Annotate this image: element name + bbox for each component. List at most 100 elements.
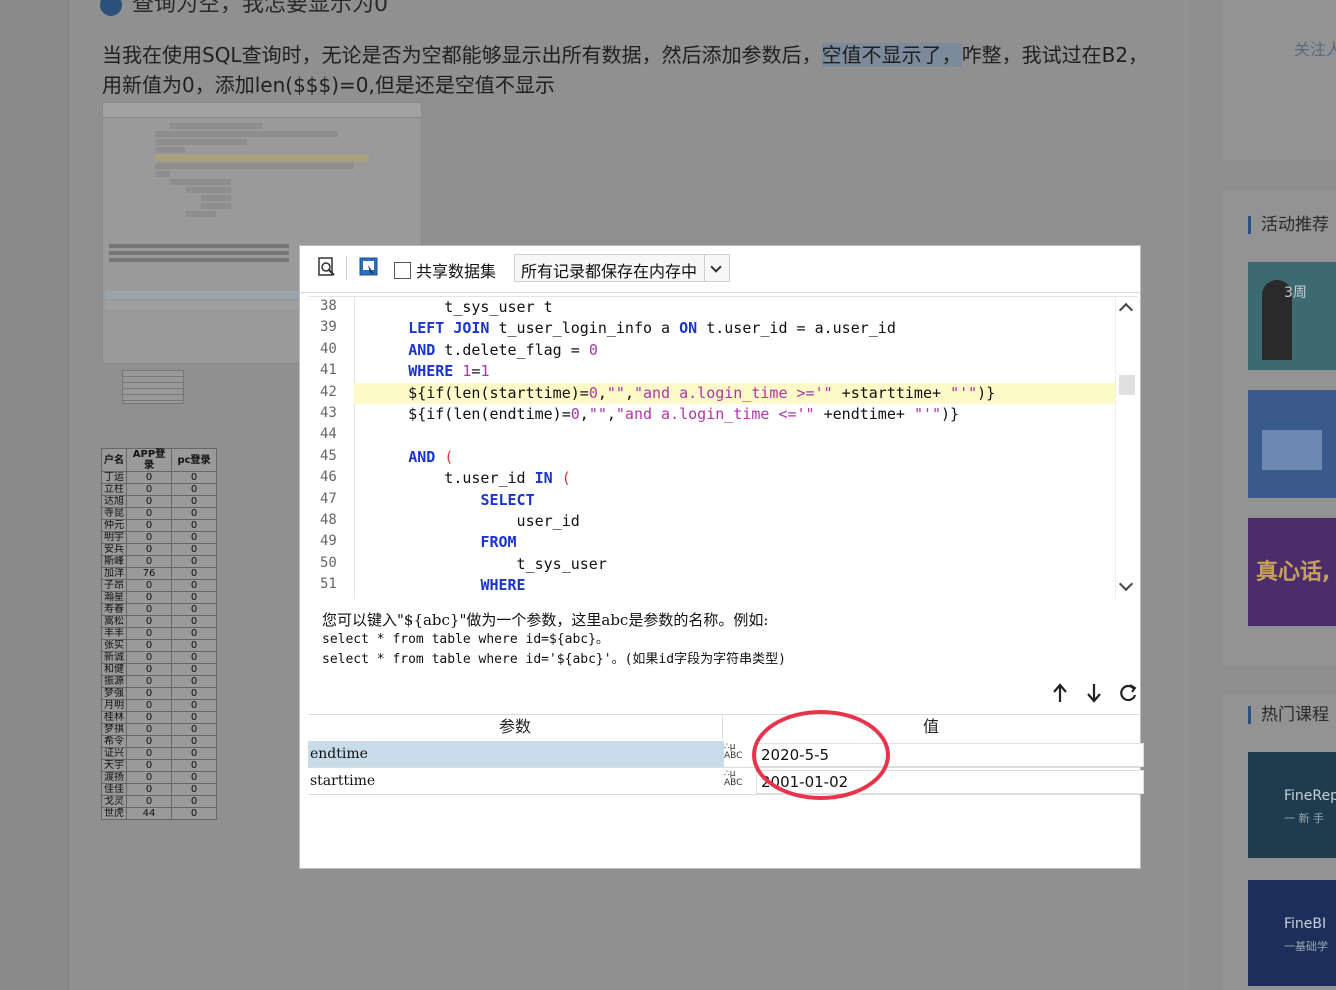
table-cell: 0 — [171, 495, 217, 508]
follow-link[interactable]: 关注人 — [1294, 36, 1336, 60]
code-line[interactable]: AND ( — [354, 447, 1118, 468]
stats-header-name: 户名 — [101, 448, 127, 472]
table-cell: 天宇 — [101, 759, 127, 772]
code-line[interactable]: t_sys_user t — [354, 297, 1118, 318]
table-cell: 寺昆 — [101, 507, 127, 520]
table-cell: 0 — [171, 519, 217, 532]
table-cell: 明宇 — [101, 531, 127, 544]
question-title: 查询为空，我怎要显示为0 — [100, 0, 388, 18]
table-row: 寺昆 0 0 — [101, 507, 217, 520]
abc-type-icon[interactable]: ∴µ ABC — [724, 770, 748, 792]
chevron-down-icon[interactable] — [704, 255, 729, 281]
table-cell: 寿春 — [101, 603, 127, 616]
move-down-icon[interactable] — [1084, 682, 1104, 704]
code-line[interactable]: FROM — [354, 532, 1118, 553]
table-cell: 0 — [126, 687, 172, 700]
table-cell: 张实 — [101, 639, 127, 652]
table-row: 丰丰 0 0 — [101, 627, 217, 640]
table-cell: 加洋 — [101, 567, 127, 580]
code-line[interactable]: ${if(len(endtime)=0,"","and a.login_time… — [354, 404, 1118, 425]
sql-code-area[interactable]: t_sys_user t LEFT JOIN t_user_login_info… — [354, 297, 1118, 599]
editor-scrollbar[interactable] — [1115, 297, 1138, 599]
table-cell: 振源 — [101, 675, 127, 688]
abc-type-icon[interactable]: ∴µ ABC — [724, 743, 748, 765]
activity-thumb-2[interactable] — [1248, 390, 1336, 498]
code-line[interactable]: ${if(len(starttime)=0,"","and a.login_ti… — [354, 382, 1118, 404]
table-cell: 0 — [126, 711, 172, 724]
code-line[interactable]: AND t.delete_flag = 0 — [354, 340, 1118, 361]
table-row: 丁运 0 0 — [101, 471, 217, 484]
table-cell: 0 — [171, 567, 217, 580]
line-number-gutter: 38 39 40 41 42 43 44 45 46 47 48 49 50 51 — [308, 297, 355, 599]
table-cell: 0 — [126, 615, 172, 628]
red-annotation-circle — [752, 710, 890, 800]
move-up-icon[interactable] — [1050, 682, 1070, 704]
scroll-thumb[interactable] — [1119, 375, 1135, 395]
table-cell: 0 — [171, 783, 217, 796]
checkbox-box[interactable] — [394, 261, 411, 279]
table-cell: 0 — [126, 483, 172, 496]
line-number: 49 — [320, 533, 337, 550]
table-row: 证兴 0 0 — [101, 747, 217, 760]
share-dataset-checkbox[interactable]: 共享数据集 — [394, 258, 496, 282]
course-thumb-2[interactable]: FineBI 一基础学 — [1248, 880, 1336, 986]
table-row: 戈灵 0 0 — [101, 795, 217, 808]
table-cell: 0 — [126, 663, 172, 676]
table-cell: 0 — [171, 771, 217, 784]
code-line[interactable]: user_id — [354, 511, 1118, 532]
stats-header-pc: pc登录 — [171, 448, 217, 472]
table-row: 达旭 0 0 — [101, 495, 217, 508]
table-cell: 0 — [126, 603, 172, 616]
table-row: 安兵 0 0 — [101, 543, 217, 556]
memory-mode-select[interactable]: 所有记录都保存在内存中 — [514, 254, 730, 282]
line-number: 38 — [320, 298, 337, 314]
table-cell: 0 — [171, 507, 217, 520]
embedded-table-thumbnail[interactable] — [122, 370, 184, 404]
parameter-icon[interactable] — [358, 256, 380, 278]
code-line[interactable]: t.user_id IN ( — [354, 468, 1118, 489]
param-row-starttime[interactable]: starttime ∴µ ABC 2001-01-02 — [308, 768, 1144, 795]
scroll-down-icon[interactable] — [1118, 576, 1134, 592]
code-line[interactable]: WHERE 1=1 — [354, 361, 1118, 382]
line-number: 48 — [320, 512, 337, 528]
table-row: 子昂 0 0 — [101, 579, 217, 592]
sql-editor[interactable]: 38 39 40 41 42 43 44 45 46 47 48 49 50 51 t_sys_user … — [308, 296, 1138, 599]
line-number: 51 — [320, 576, 337, 593]
table-cell: 梦祺 — [101, 723, 127, 736]
table-cell: 0 — [126, 519, 172, 532]
toolbar-separator — [346, 256, 347, 280]
table-row: 仲元 0 0 — [101, 519, 217, 532]
dialog-toolbar: 共享数据集 所有记录都保存在内存中 — [300, 246, 1140, 293]
table-cell: 0 — [126, 651, 172, 664]
table-cell: 安兵 — [101, 543, 127, 556]
author-card — [1222, 0, 1336, 160]
param-row-endtime[interactable]: endtime ∴µ ABC 2020-5-5 — [308, 741, 1144, 768]
code-line[interactable]: SELECT — [354, 490, 1118, 511]
code-line[interactable] — [354, 425, 1118, 446]
activity-thumb-1[interactable]: 3周 — [1248, 262, 1336, 370]
activity-thumb-3[interactable]: 真心话, — [1248, 518, 1336, 626]
table-cell: 0 — [126, 495, 172, 508]
table-cell: 0 — [171, 531, 217, 544]
code-line[interactable]: LEFT JOIN t_user_login_info a ON t.user_… — [354, 318, 1118, 339]
line-number: 45 — [320, 447, 337, 464]
scroll-up-icon[interactable] — [1118, 302, 1134, 318]
table-cell: 丁运 — [101, 471, 127, 484]
table-cell: 嵩松 — [101, 615, 127, 628]
line-number: 46 — [320, 469, 337, 486]
table-cell: 0 — [171, 483, 217, 496]
table-cell: 0 — [126, 771, 172, 784]
table-cell: 0 — [171, 687, 217, 700]
preview-icon[interactable] — [316, 256, 338, 278]
table-cell: 0 — [126, 579, 172, 592]
course-thumb-1[interactable]: FineRepo 一 新 手 — [1248, 752, 1336, 858]
table-cell: 0 — [171, 759, 217, 772]
table-cell: 0 — [126, 531, 172, 544]
table-row: 斯峰 0 0 — [101, 555, 217, 568]
table-cell: 0 — [171, 555, 217, 568]
code-line[interactable]: WHERE — [354, 575, 1118, 596]
table-row: 张实 0 0 — [101, 639, 217, 652]
code-line[interactable]: t_sys_user — [354, 554, 1118, 575]
refresh-icon[interactable] — [1118, 682, 1138, 704]
dataset-dialog-screenshot: 共享数据集 所有记录都保存在内存中 38 39 40 41 42 43 44 45 46 47 48… — [300, 246, 1144, 868]
